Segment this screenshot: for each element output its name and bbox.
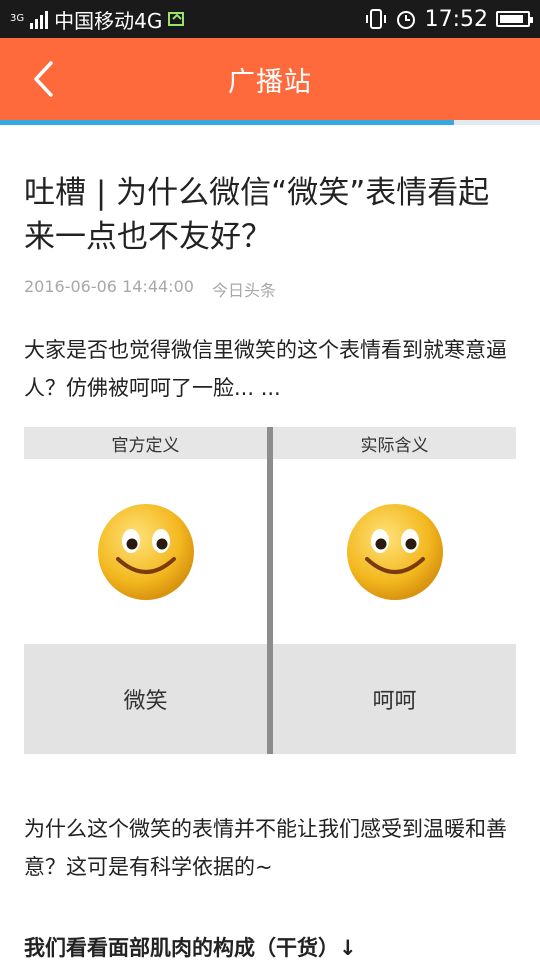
alarm-icon	[396, 11, 415, 29]
figure-caption-actual: 实际含义	[273, 427, 516, 459]
article-image[interactable]: 官方定义 微笑 实际含义 呵呵	[24, 427, 516, 754]
figure-caption-official: 官方定义	[24, 427, 267, 459]
figure-label-actual: 呵呵	[273, 644, 516, 754]
figure-panel-actual: 实际含义 呵呵	[273, 427, 516, 754]
reading-progress	[0, 120, 540, 125]
figure-label-official: 微笑	[24, 644, 267, 754]
status-bar: 3G 中国移动4G 17:52	[0, 0, 540, 38]
back-button[interactable]	[24, 60, 62, 98]
article-title: 吐槽 | 为什么微信“微笑”表情看起来一点也不友好？	[24, 175, 490, 255]
vibrate-icon	[365, 9, 386, 29]
article-paragraph: 为什么这个微笑的表情并不能让我们感受到温暖和善意？这可是有科学依据的~	[24, 817, 507, 879]
header-title: 广播站	[228, 66, 312, 98]
carrier-name: 中国移动4G	[54, 8, 163, 33]
article-date: 2016-06-06 14:44:00	[24, 277, 194, 296]
data-activity-icon	[168, 12, 185, 26]
article-meta: 2016-06-06 14:44:00 今日头条	[24, 277, 516, 301]
network-badge: 3G	[10, 13, 25, 24]
signal-icon	[30, 9, 49, 29]
reading-progress-fill	[0, 120, 454, 125]
battery-icon	[496, 11, 533, 27]
article-subheading: 我们看看面部肌肉的构成（干货）↓	[24, 936, 357, 960]
chevron-left-icon	[34, 61, 53, 97]
figure-panel-official: 官方定义 微笑	[24, 427, 267, 754]
app-header: 广播站	[0, 38, 540, 120]
article-source[interactable]: 今日头条	[212, 277, 276, 301]
smile-emoji-icon	[24, 459, 267, 644]
clock-time: 17:52	[424, 6, 488, 32]
article-intro: 大家是否也觉得微信里微笑的这个表情看到就寒意逼人？仿佛被呵呵了一脸... ...	[24, 338, 507, 400]
smile-emoji-icon	[273, 459, 516, 644]
article-content[interactable]: 吐槽 | 为什么微信“微笑”表情看起来一点也不友好？ 2016-06-06 14…	[0, 171, 540, 962]
